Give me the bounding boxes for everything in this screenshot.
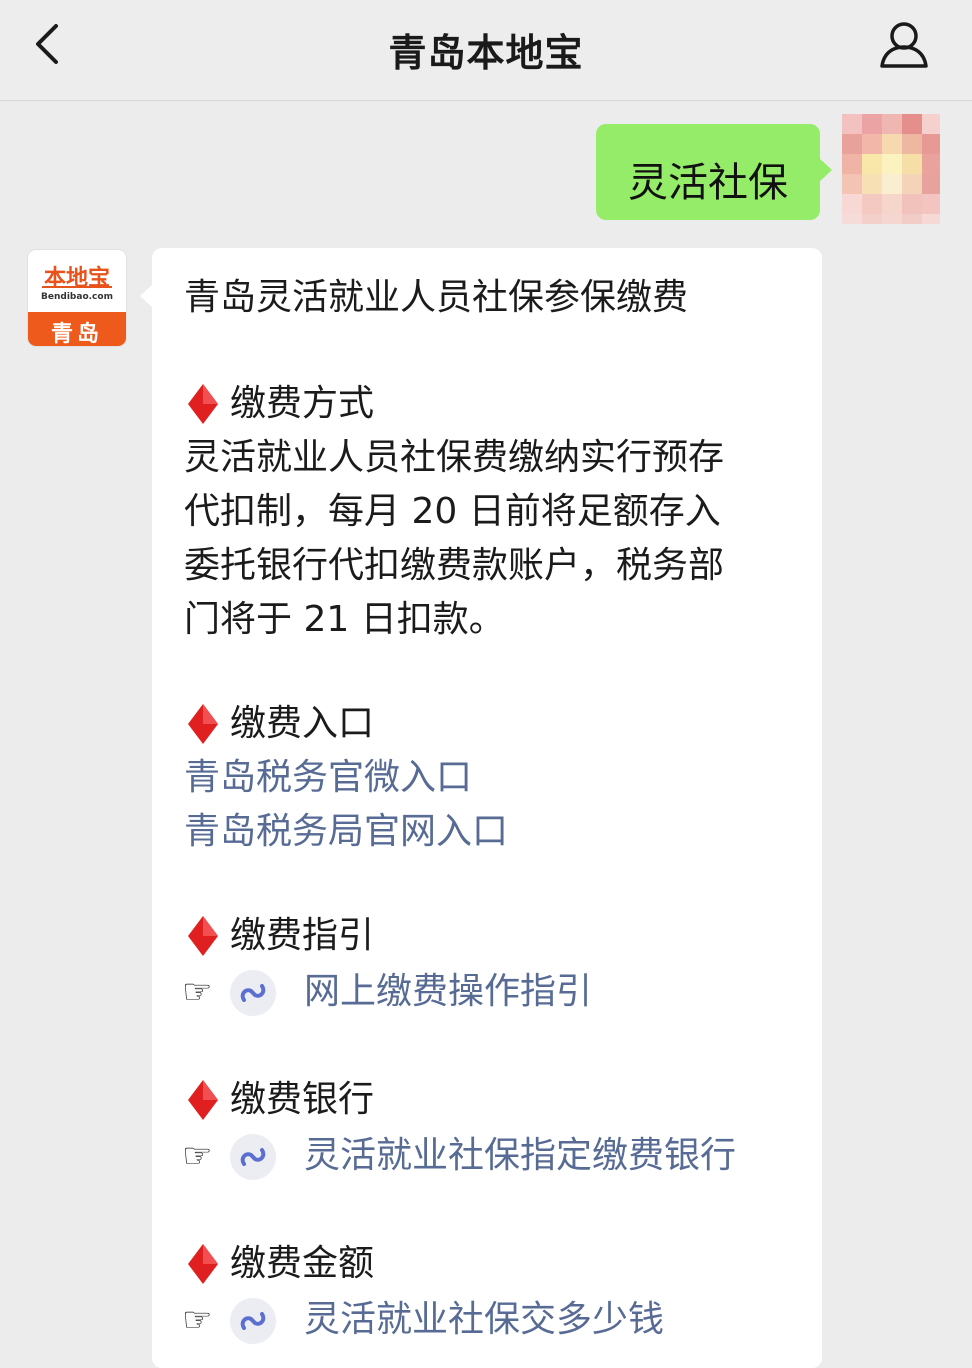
section-body-line: 代扣制，每月 20 日前将足额存入	[184, 491, 721, 532]
section-heading: 缴费金额	[230, 1243, 375, 1284]
user-message-text: 灵活社保	[628, 160, 788, 206]
section-heading: 缴费方式	[230, 383, 375, 424]
pointing-hand-icon: ☞	[182, 972, 213, 1012]
section-body-line: 灵活就业人员社保费缴纳实行预存	[184, 437, 725, 478]
pointing-hand-icon: ☞	[182, 1136, 213, 1176]
section-body-line: 委托银行代扣缴费款账户，税务部	[184, 545, 725, 586]
section-heading: 缴费银行	[230, 1079, 375, 1120]
section-body-line: 门将于 21 日扣款。	[184, 599, 505, 640]
user-message-bubble[interactable]: 灵活社保	[596, 124, 832, 220]
pointing-hand-icon: ☞	[182, 1300, 213, 1340]
section-heading: 缴费入口	[230, 703, 375, 744]
red-diamond-icon	[188, 1244, 218, 1284]
bot-message-bubble: 青岛灵活就业人员社保参保缴费 缴费方式 灵活就业人员社保费缴纳实行预存 代扣制，…	[140, 248, 822, 1368]
red-diamond-icon	[188, 1080, 218, 1120]
bubble-tail	[140, 284, 153, 308]
bubble-tail	[819, 158, 832, 182]
red-diamond-icon	[188, 384, 218, 424]
mini-program-icon[interactable]	[230, 970, 276, 1016]
profile-button[interactable]	[878, 20, 930, 70]
payment-amount-link[interactable]: 灵活就业社保交多少钱	[304, 1298, 664, 1342]
tax-wechat-entry-link[interactable]: 青岛税务官微入口	[184, 756, 472, 800]
section-heading: 缴费指引	[230, 915, 375, 956]
avatar-city-band: 青岛	[28, 312, 126, 346]
tax-website-entry-link[interactable]: 青岛税务局官网入口	[184, 810, 508, 854]
red-diamond-icon	[188, 916, 218, 956]
top-bar: 青岛本地宝	[0, 0, 972, 101]
user-avatar[interactable]	[842, 114, 940, 224]
red-diamond-icon	[188, 704, 218, 744]
avatar-domain: Bendibao.com	[41, 292, 113, 302]
avatar-divider	[42, 286, 112, 288]
mini-program-icon[interactable]	[230, 1298, 276, 1344]
message-title: 青岛灵活就业人员社保参保缴费	[184, 277, 689, 318]
payment-guide-link[interactable]: 网上缴费操作指引	[304, 970, 592, 1014]
avatar-city: 青岛	[50, 322, 103, 346]
person-icon	[880, 22, 928, 68]
avatar-logo-area: 本地宝 Bendibao.com	[28, 250, 126, 312]
page-title: 青岛本地宝	[388, 31, 584, 75]
designated-bank-link[interactable]: 灵活就业社保指定缴费银行	[304, 1134, 736, 1178]
mini-program-icon[interactable]	[230, 1134, 276, 1180]
bot-avatar[interactable]: 本地宝 Bendibao.com 青岛	[28, 250, 126, 346]
